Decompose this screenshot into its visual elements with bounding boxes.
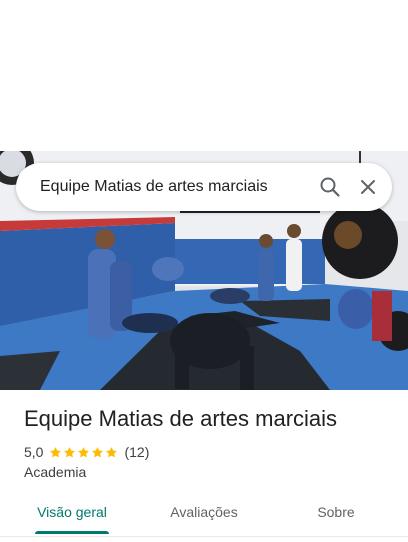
star-icon [92,446,104,457]
tab-reviews[interactable]: Avaliações [162,498,246,534]
rating-stars [49,446,119,459]
place-title: Equipe Matias de artes marciais [24,406,338,431]
search-icon[interactable] [318,175,342,199]
tabs-divider [0,536,408,537]
rating-row[interactable]: 5,0 (12) [24,443,149,461]
search-bar[interactable]: Equipe Matias de artes marciais [16,163,392,211]
blank-header-area [0,0,408,151]
tab-overview[interactable]: Visão geral [35,498,109,534]
review-count[interactable]: (12) [124,444,149,460]
close-icon[interactable] [356,175,380,199]
star-icon [106,446,118,457]
active-tab-indicator [35,531,109,534]
star-icon [64,446,76,457]
place-category: Academia [24,464,87,480]
star-icon [50,446,62,457]
tab-about[interactable]: Sobre [306,498,366,534]
rating-value: 5,0 [24,444,44,460]
tab-bar: Visão geral Avaliações Sobre [0,498,408,538]
star-icon [78,446,90,457]
search-query-text[interactable]: Equipe Matias de artes marciais [40,163,268,211]
